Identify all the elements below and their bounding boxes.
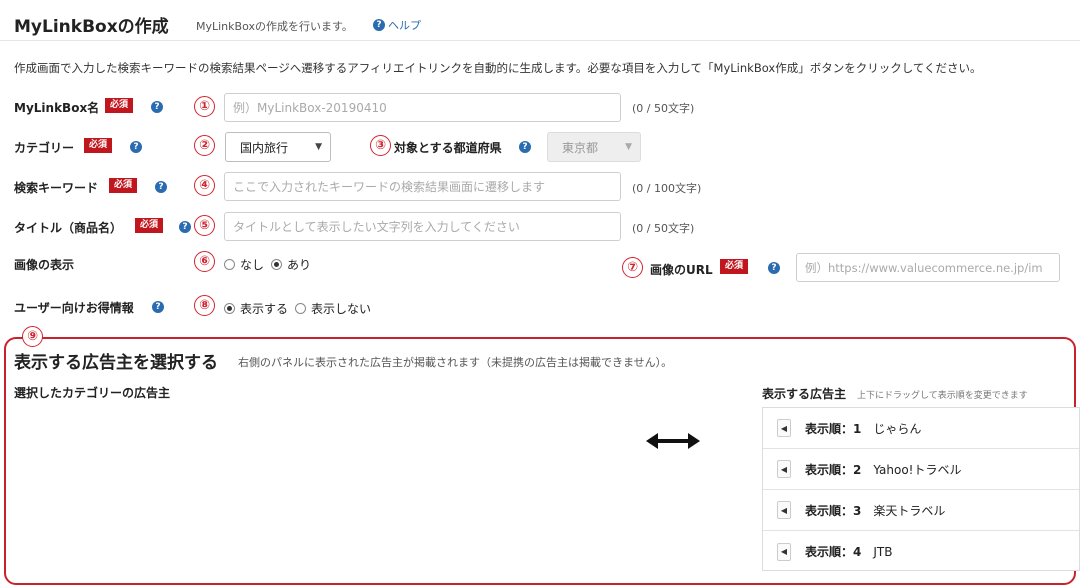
name-label: MyLinkBox名 (14, 101, 100, 115)
help-icon[interactable]: ? (151, 101, 163, 113)
deals-label: ユーザー向けお得情報 (14, 301, 134, 315)
advertiser-order: 表示順：1 (805, 421, 862, 436)
required-badge: 必須 (720, 259, 749, 274)
caret-left-icon[interactable]: ◀ (777, 419, 791, 437)
chevron-down-icon: ▼ (625, 142, 632, 152)
advertiser-name: JTB (873, 544, 893, 559)
required-badge: 必須 (135, 218, 164, 233)
advertiser-item[interactable]: ◀ 表示順：3 楽天トラベル (763, 490, 1079, 531)
radio-deals-hide-label: 表示しない (311, 302, 372, 316)
prefecture-select: 東京都 ▼ (547, 132, 641, 162)
help-icon[interactable]: ? (152, 301, 164, 313)
advertiser-order: 表示順：2 (805, 462, 862, 477)
advertiser-order: 表示順：4 (805, 545, 862, 559)
help-icon[interactable]: ? (768, 262, 780, 274)
advertiser-name: じゃらん (873, 421, 922, 436)
page-title: MyLinkBoxの作成 (14, 17, 169, 37)
selected-advertisers-hint: 上下にドラッグして表示順を変更できます (857, 391, 1028, 401)
category-selected-value: 国内旅行 (240, 140, 289, 155)
caret-left-icon[interactable]: ◀ (777, 542, 791, 561)
radio-deals-show[interactable] (224, 303, 235, 314)
step-number-1: ① (194, 96, 215, 117)
radio-image-yes-label: あり (287, 258, 312, 272)
prefecture-label: 対象とする都道府県 (394, 141, 502, 155)
radio-image-yes[interactable] (271, 259, 283, 270)
category-label: カテゴリー (14, 141, 75, 155)
keyword-input[interactable] (224, 172, 621, 201)
radio-deals-show-label: 表示する (240, 302, 289, 316)
prefecture-selected-value: 東京都 (562, 140, 599, 155)
help-icon: ? (373, 19, 385, 31)
help-icon[interactable]: ? (155, 181, 167, 193)
advertiser-order: 表示順：3 (805, 503, 862, 518)
step-number-7: ⑦ (622, 257, 643, 278)
step-number-5: ⑤ (194, 215, 215, 236)
caret-left-icon[interactable]: ◀ (777, 460, 791, 478)
help-link[interactable]: ? ヘルプ (373, 17, 421, 33)
step-number-4: ④ (194, 175, 215, 196)
keyword-char-count: (0 / 100文字) (632, 182, 702, 195)
help-label: ヘルプ (388, 19, 421, 32)
keyword-label: 検索キーワード (14, 181, 99, 195)
required-badge: 必須 (105, 98, 134, 113)
category-select[interactable]: 国内旅行 ▼ (225, 132, 331, 162)
page-subtitle: MyLinkBoxの作成を行います。 (196, 20, 353, 33)
title-input[interactable] (224, 212, 621, 241)
selected-advertiser-list: ◀ 表示順：1 じゃらん ◀ 表示順：2 Yahoo!トラベル ◀ 表示順：3 … (762, 407, 1080, 571)
header-divider (0, 40, 1080, 41)
step-number-8: ⑧ (194, 295, 215, 316)
advertiser-section-title: 表示する広告主を選択する (14, 353, 218, 373)
name-char-count: (0 / 50文字) (632, 102, 695, 115)
required-badge: 必須 (84, 138, 113, 153)
image-url-input[interactable] (796, 253, 1060, 282)
advertiser-name: 楽天トラベル (873, 503, 946, 518)
chevron-down-icon: ▼ (315, 142, 322, 152)
image-display-radio-group: なし あり (224, 256, 311, 273)
advertiser-item[interactable]: ◀ 表示順：4 JTB (763, 531, 1079, 572)
image-url-label: 画像のURL (650, 263, 713, 277)
selected-advertisers-title: 表示する広告主 (762, 387, 847, 401)
category-advertisers-title: 選択したカテゴリーの広告主 (14, 386, 171, 400)
step-number-3: ③ (370, 135, 391, 156)
step-number-6: ⑥ (194, 251, 215, 272)
advertiser-section-subtitle: 右側のパネルに表示された広告主が掲載されます（未提携の広告主は掲載できません）。 (238, 356, 673, 369)
advertiser-name: Yahoo!トラベル (873, 462, 962, 477)
left-right-arrow-icon (646, 433, 700, 449)
help-icon[interactable]: ? (130, 141, 142, 153)
title-char-count: (0 / 50文字) (632, 222, 695, 235)
mylinkbox-name-input[interactable] (224, 93, 621, 122)
advertiser-item[interactable]: ◀ 表示順：1 じゃらん (763, 408, 1079, 449)
advertiser-item[interactable]: ◀ 表示順：2 Yahoo!トラベル (763, 449, 1079, 490)
caret-left-icon[interactable]: ◀ (777, 501, 791, 519)
deals-radio-group: 表示する 表示しない (224, 300, 371, 317)
description-text: 作成画面で入力した検索キーワードの検索結果ページへ遷移するアフィリエイトリンクを… (14, 61, 982, 75)
radio-image-none[interactable] (224, 259, 235, 270)
step-number-2: ② (194, 135, 215, 156)
image-display-label: 画像の表示 (14, 258, 75, 272)
radio-deals-hide[interactable] (295, 303, 307, 314)
help-icon[interactable]: ? (519, 141, 531, 153)
required-badge: 必須 (109, 178, 138, 193)
radio-image-none-label: なし (240, 258, 265, 272)
help-icon[interactable]: ? (179, 221, 191, 233)
step-number-9: ⑨ (22, 326, 43, 347)
title-label: タイトル（商品名） (14, 221, 123, 235)
